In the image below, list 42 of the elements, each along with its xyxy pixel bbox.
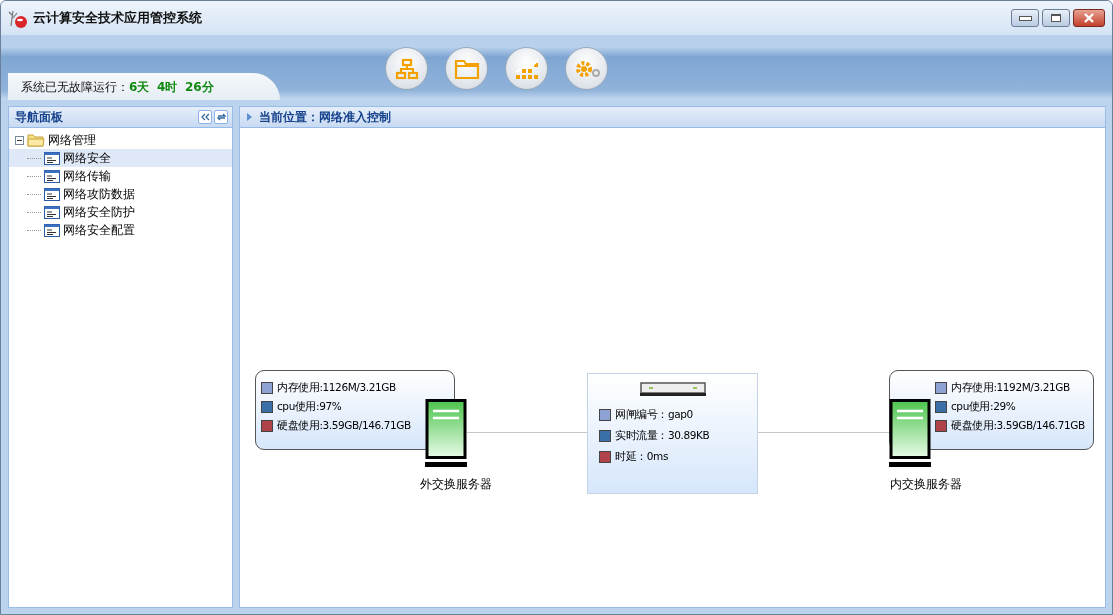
list-page-icon xyxy=(44,169,60,183)
tree-item[interactable]: 网络安全防护 xyxy=(9,203,232,221)
maximize-button[interactable] xyxy=(1042,9,1070,27)
tree-item[interactable]: 网络安全配置 xyxy=(9,221,232,239)
stat-text: 硬盘使用:3.59GB/146.71GB xyxy=(277,418,411,433)
tree-item[interactable]: 网络攻防数据 xyxy=(9,185,232,203)
stat-text: 硬盘使用:3.59GB/146.71GB xyxy=(951,418,1085,433)
tree-folder-label[interactable]: 网络管理 xyxy=(48,131,96,149)
list-page-icon xyxy=(44,151,60,165)
list-page-icon xyxy=(44,205,60,219)
stat-text: 内存使用:1192M/3.21GB xyxy=(951,380,1070,395)
server-tower-icon[interactable] xyxy=(425,399,467,467)
hierarchy-icon xyxy=(394,57,419,80)
folder-icon xyxy=(453,57,480,80)
window-title: 云计算安全技术应用管控系统 xyxy=(33,9,202,27)
collapse-toggle-icon[interactable] xyxy=(15,135,24,145)
tree-item[interactable]: 网络传输 xyxy=(9,167,232,185)
minimize-button[interactable] xyxy=(1011,9,1039,27)
refresh-button[interactable] xyxy=(214,110,228,124)
breadcrumb: 当前位置：网络准入控制 xyxy=(259,108,391,126)
stat-text: cpu使用:29% xyxy=(951,399,1016,414)
collapse-button[interactable] xyxy=(198,110,212,124)
list-page-icon xyxy=(44,187,60,201)
folder-icon xyxy=(27,133,45,147)
panel-title: 导航面板 xyxy=(15,108,63,126)
stat-text: 网闸编号：gap0 xyxy=(615,407,693,422)
tree-item[interactable]: 网络安全 xyxy=(9,149,232,167)
triangle-icon xyxy=(246,112,253,122)
close-button[interactable] xyxy=(1073,9,1105,27)
stat-text: 时延：0ms xyxy=(615,449,668,464)
server-name: 外交换服务器 xyxy=(420,476,492,493)
server-name: 内交换服务器 xyxy=(890,476,962,493)
uptime-text: 系统已无故障运行：6天 4时 26分 xyxy=(21,79,214,96)
stat-text: 内存使用:1126M/3.21GB xyxy=(277,380,396,395)
stat-text: cpu使用:97% xyxy=(277,399,342,414)
close-icon xyxy=(1082,13,1096,23)
list-page-icon xyxy=(44,223,60,237)
chart-icon xyxy=(513,57,540,80)
stat-text: 实时流量：30.89KB xyxy=(615,428,710,443)
apple-icon xyxy=(7,8,29,28)
server-tower-icon[interactable] xyxy=(889,399,931,467)
gateway-device-icon[interactable] xyxy=(639,382,706,396)
